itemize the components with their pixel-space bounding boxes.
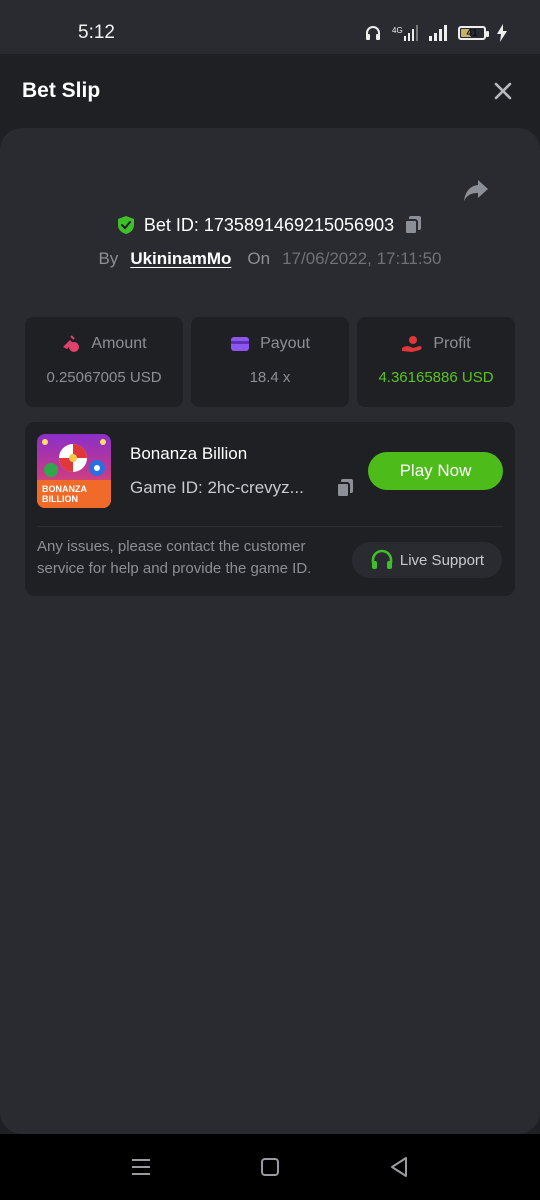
bet-slip-sheet: Bet ID: 1735891469215056903 By UkininamM… — [0, 128, 540, 1134]
header: Bet Slip — [0, 54, 540, 128]
game-name: Bonanza Billion — [130, 444, 248, 463]
stat-profit: Profit 4.36165886 USD — [357, 317, 515, 407]
play-now-button[interactable]: Play Now — [368, 452, 503, 490]
stat-amount: Amount 0.25067005 USD — [25, 317, 183, 407]
copy-bet-id-icon[interactable] — [402, 214, 424, 236]
svg-text:BILLION: BILLION — [42, 494, 78, 504]
thumbnail-title: BONANZA — [42, 484, 87, 494]
live-support-label: Live Support — [399, 551, 485, 569]
game-id: Game ID: 2hc-crevyz... — [130, 478, 304, 497]
signal-4g-icon: 4G — [392, 25, 418, 41]
username-link[interactable]: UkininamMo — [130, 249, 231, 269]
verified-shield-icon — [117, 216, 134, 234]
status-bar: 5:12 4G 41 — [0, 0, 540, 54]
page-title: Bet Slip — [22, 79, 101, 102]
stat-profit-label: Profit — [433, 335, 471, 352]
signal-icon — [429, 25, 447, 41]
copy-game-id-icon[interactable] — [334, 477, 356, 499]
home-icon[interactable] — [257, 1154, 283, 1180]
battery-icon: 41 — [458, 26, 489, 40]
support-message: Any issues, please contact the customer … — [37, 538, 312, 577]
share-button[interactable] — [460, 174, 492, 206]
back-icon[interactable] — [386, 1154, 412, 1180]
bet-id-row: Bet ID: 1735891469215056903 — [0, 214, 540, 236]
stats-row: Amount 0.25067005 USD Payout 18.4 x Prof… — [25, 317, 515, 407]
wallet-icon — [231, 337, 250, 351]
headphones-icon — [366, 26, 380, 40]
share-icon — [464, 180, 488, 201]
headset-icon — [371, 549, 393, 569]
game-card: BONANZA BILLION Bonanza Billion Game ID:… — [25, 422, 515, 596]
bet-date: 17/06/2022, 17:11:50 — [282, 249, 442, 268]
stat-payout-label: Payout — [260, 335, 310, 352]
stat-profit-value: 4.36165886 USD — [378, 369, 494, 386]
game-thumbnail[interactable]: BONANZA BILLION — [37, 434, 111, 508]
menu-icon[interactable] — [128, 1154, 154, 1180]
status-time: 5:12 — [78, 22, 115, 43]
svg-text:4G: 4G — [392, 26, 403, 35]
stat-amount-label: Amount — [91, 335, 147, 352]
system-nav-bar — [0, 1134, 540, 1200]
close-button[interactable] — [490, 78, 516, 104]
bet-id: Bet ID: 1735891469215056903 — [143, 214, 395, 235]
stat-payout-value: 18.4 x — [249, 369, 291, 386]
coins-icon — [63, 335, 80, 352]
by-label: By — [98, 249, 119, 268]
bonanza-billion-thumbnail-image: BONANZA BILLION — [37, 434, 111, 508]
battery-level: 41 — [466, 27, 478, 39]
on-label: On — [247, 249, 271, 268]
profit-hand-icon — [402, 336, 422, 352]
stat-payout: Payout 18.4 x — [191, 317, 349, 407]
close-icon — [494, 82, 512, 100]
live-support-button[interactable]: Live Support — [352, 542, 502, 578]
status-icons: 4G 41 — [364, 22, 508, 44]
divider — [37, 526, 503, 527]
bet-meta-row: By UkininamMo On 17/06/2022, 17:11:50 — [0, 249, 540, 269]
stat-amount-value: 0.25067005 USD — [46, 369, 162, 386]
charging-icon — [497, 24, 507, 42]
